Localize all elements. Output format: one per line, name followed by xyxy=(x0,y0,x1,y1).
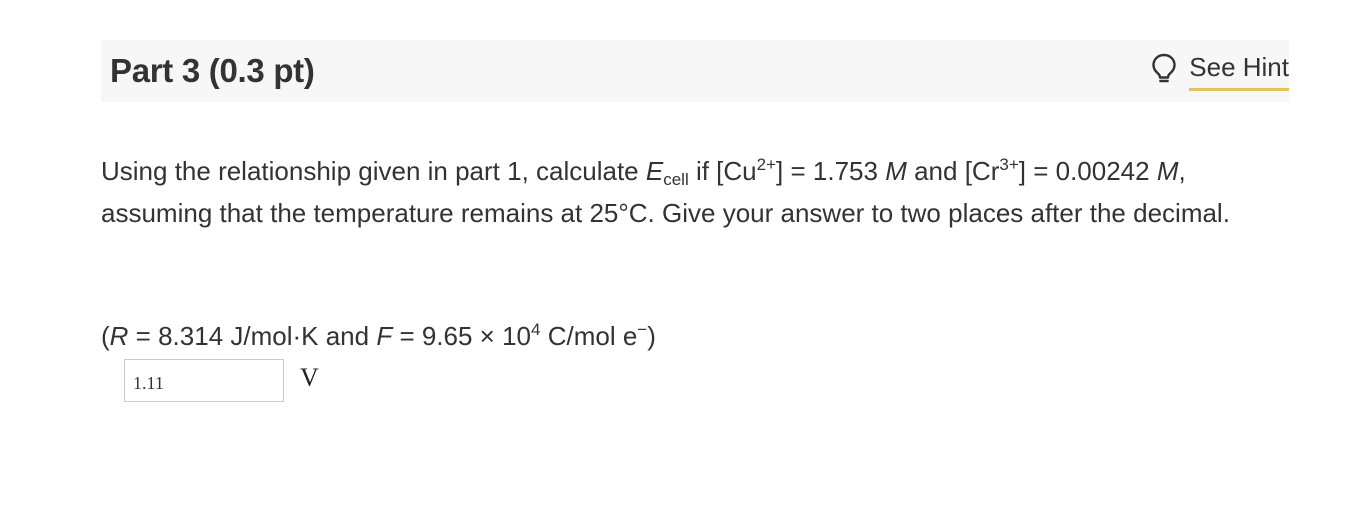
molarity-unit-2: M xyxy=(1156,156,1179,186)
see-hint-link[interactable]: See Hint xyxy=(1151,52,1289,92)
cr-charge: 3+ xyxy=(999,155,1019,174)
part-title: Part 3 (0.3 pt) xyxy=(110,52,315,89)
e-symbol: E xyxy=(645,156,664,186)
constants-line: (R = 8.314 J/mol·K and F = 9.65 × 104 C/… xyxy=(101,315,656,357)
f-value: = 9.65 × 10 xyxy=(392,321,532,351)
molarity-unit-1: M xyxy=(885,156,907,186)
see-hint-label[interactable]: See Hint xyxy=(1189,52,1289,91)
question-text-1: Using the relationship given in part 1, … xyxy=(101,156,646,186)
question-text-5: ] = 0.00242 xyxy=(1018,156,1157,186)
lightbulb-icon xyxy=(1151,53,1177,85)
f-unit: C/mol e xyxy=(540,321,638,351)
answer-input[interactable] xyxy=(124,359,284,402)
cu-charge: 2+ xyxy=(756,155,777,174)
constants-open: ( xyxy=(101,321,110,351)
r-value: = 8.314 J/mol·K and xyxy=(128,321,377,351)
answer-unit: V xyxy=(300,363,319,392)
electron-charge: − xyxy=(637,320,648,339)
question-text-4: and [Cr xyxy=(906,156,1000,186)
question-text: Using the relationship given in part 1, … xyxy=(101,150,1291,234)
e-subscript: cell xyxy=(663,170,689,189)
f-symbol: F xyxy=(376,321,393,351)
question-text-2: if [Cu xyxy=(688,156,757,186)
r-symbol: R xyxy=(109,321,129,351)
part-header: Part 3 (0.3 pt) See Hint xyxy=(101,40,1289,102)
question-text-3: ] = 1.753 xyxy=(776,156,886,186)
constants-close: ) xyxy=(647,321,656,351)
